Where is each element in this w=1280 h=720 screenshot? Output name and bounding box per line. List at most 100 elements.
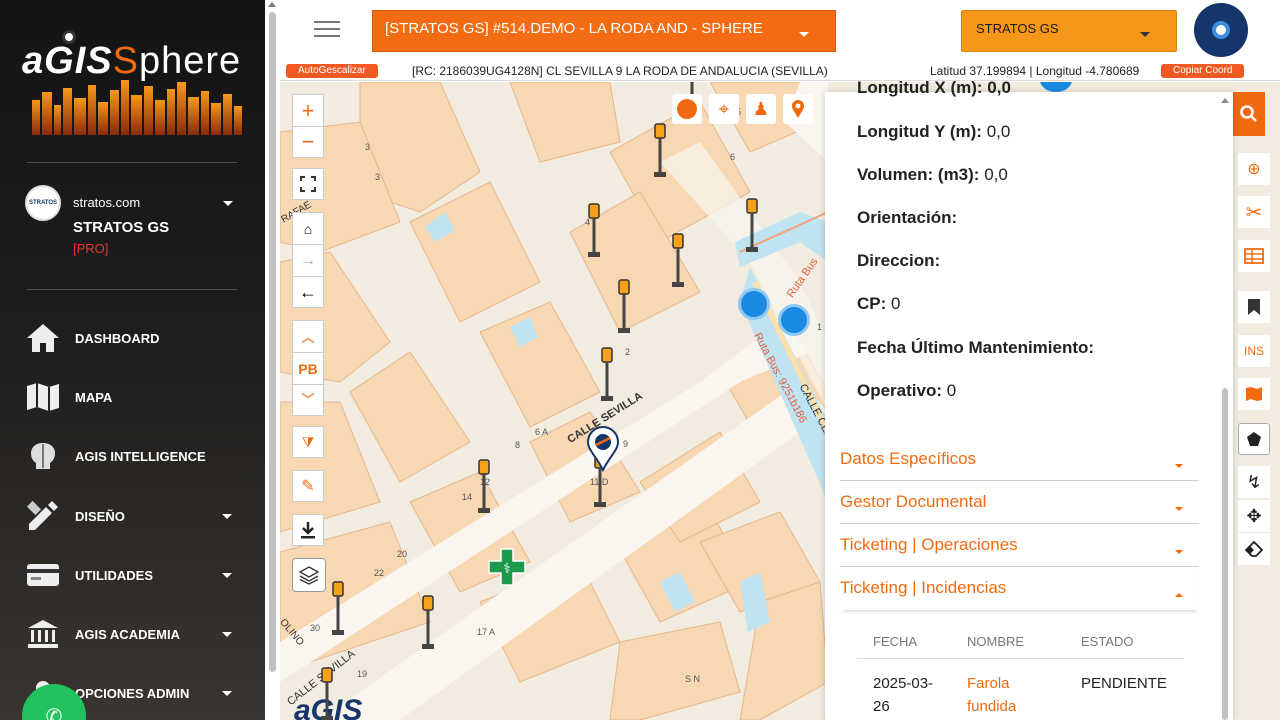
- polygon-icon: [1247, 432, 1261, 446]
- measure-tool[interactable]: ↯: [1238, 466, 1270, 498]
- info-bar: AutoGescalizar [RC: 2186039UG4128N] CL S…: [280, 61, 1280, 81]
- sidebar-item-label: DASHBOARD: [75, 330, 160, 346]
- bus-stop-icon[interactable]: [738, 288, 770, 320]
- section-datos-especificos[interactable]: Datos Específicos: [840, 439, 1199, 481]
- polygon-tool[interactable]: [1238, 423, 1270, 455]
- pencil-ruler-icon: [24, 499, 62, 533]
- house-number: 6: [730, 152, 736, 162]
- project-select[interactable]: [STRATOS GS] #514.DEMO - LA RODA AND - S…: [372, 10, 836, 52]
- page-scrollbar[interactable]: [265, 0, 280, 720]
- forward-button[interactable]: →: [292, 244, 324, 276]
- sidebar-divider: [27, 289, 237, 290]
- section-ticketing-incidencias[interactable]: Ticketing | Incidencias: [840, 568, 1199, 610]
- ins-button[interactable]: INS: [1238, 335, 1270, 367]
- bookmark-button[interactable]: [1238, 291, 1270, 323]
- zoom-out-button[interactable]: −: [292, 126, 324, 158]
- user-menu-chevron-icon[interactable]: [223, 201, 233, 206]
- back-button[interactable]: ←: [292, 276, 324, 308]
- download-button[interactable]: [292, 514, 324, 546]
- arrow-left-icon: ←: [299, 281, 317, 302]
- cell-nombre-link[interactable]: Farola fundida: [967, 672, 1016, 718]
- sidebar: aGISSphere STRATOS stratos.com STRATOS G…: [0, 0, 265, 720]
- field-value: 0,0: [984, 165, 1008, 184]
- profile-avatar-button[interactable]: [1194, 3, 1248, 57]
- section-title: Ticketing | Operaciones: [840, 535, 1018, 554]
- crosshair-icon: ⌖: [718, 98, 730, 119]
- home-icon: [24, 321, 62, 355]
- section-gestor-documental[interactable]: Gestor Documental: [840, 482, 1199, 524]
- house-number: 9: [623, 439, 629, 449]
- panel-scrollbar[interactable]: [1218, 92, 1233, 720]
- field-label: CP:: [857, 294, 887, 313]
- coordinates-readout: Latitud 37.199894 | Longitud -4.780689: [930, 64, 1140, 78]
- search-button[interactable]: [1233, 92, 1265, 136]
- field-label: Fecha Último Mantenimiento:: [857, 338, 1095, 357]
- chevron-down-icon: [1140, 32, 1150, 37]
- pharmacy-icon[interactable]: ⚕: [487, 547, 527, 587]
- zoom-search-tool[interactable]: ⊕: [1238, 153, 1270, 185]
- filter-button[interactable]: ⧩: [292, 426, 324, 458]
- chevron-down-icon: [222, 573, 232, 578]
- sidebar-item-dashboard[interactable]: DASHBOARD: [24, 318, 244, 358]
- map-tool-locate-button[interactable]: ⌖: [709, 94, 739, 124]
- eraser-tool[interactable]: [1238, 533, 1270, 565]
- copy-coords-button[interactable]: Copiar Coord: [1161, 64, 1245, 78]
- house-number: 6 A: [535, 427, 549, 437]
- fullscreen-button[interactable]: [292, 168, 324, 200]
- map-tool-layers-button[interactable]: [672, 94, 702, 124]
- hamburger-menu-icon[interactable]: [314, 21, 340, 39]
- sidebar-item-label: OPCIONES ADMIN: [75, 685, 190, 701]
- sidebar-item-label: UTILIDADES: [75, 567, 153, 583]
- organization-select-value: STRATOS GS: [976, 21, 1059, 36]
- floor-indicator[interactable]: PB: [292, 352, 324, 384]
- chevron-down-icon: [222, 514, 232, 519]
- sidebar-item-mapa[interactable]: MAPA: [24, 377, 244, 417]
- tools-icon: ✂: [1245, 201, 1263, 224]
- table-view-button[interactable]: [1238, 240, 1270, 272]
- map-layers-tool[interactable]: [1238, 378, 1270, 410]
- house-number: 30: [310, 623, 321, 633]
- field-cp: CP: 0: [857, 294, 900, 314]
- home-view-button[interactable]: ⌂: [292, 212, 324, 244]
- move-tool[interactable]: ✥: [1238, 500, 1270, 532]
- house-number: 3: [365, 142, 371, 152]
- sidebar-item-agis-intelligence[interactable]: AGIS INTELLIGENCE: [24, 436, 244, 476]
- floor-down-button[interactable]: ﹀: [292, 384, 324, 416]
- organization-select[interactable]: STRATOS GS: [961, 10, 1177, 52]
- field-direccion: Direccion:: [857, 251, 940, 271]
- sidebar-item-agis-academia[interactable]: AGIS ACADEMIA: [24, 614, 244, 654]
- app-logo: aGISSphere: [22, 28, 247, 138]
- table-header: NOMBRE: [967, 634, 1025, 649]
- bus-stop-icon[interactable]: [778, 304, 810, 336]
- sidebar-item-diseno[interactable]: DISEÑO: [24, 496, 244, 536]
- layers-button[interactable]: [292, 558, 326, 592]
- scroll-up-arrow-icon[interactable]: [268, 2, 276, 7]
- selected-location-marker-icon[interactable]: [586, 426, 620, 472]
- sidebar-item-label: AGIS INTELLIGENCE: [75, 448, 206, 464]
- field-longitud-y: Longitud Y (m): 0,0: [857, 122, 1010, 142]
- bookmark-icon: [1248, 299, 1260, 315]
- incidencias-table: FECHA NOMBRE ESTADO 2025-03- 26 Farola fun…: [857, 622, 1184, 720]
- cell-text: 2025-03-: [873, 675, 934, 692]
- table-row[interactable]: 2025-03- 26 Farola fundida PENDIENTE: [857, 672, 1184, 720]
- field-label: Operativo:: [857, 381, 943, 400]
- map-icon: [24, 380, 62, 414]
- floor-up-button[interactable]: ︿: [292, 320, 324, 352]
- cadastral-reference: [RC: 2186039UG4128N] CL SEVILLA 9 LA ROD…: [412, 64, 828, 78]
- sidebar-item-utilidades[interactable]: UTILIDADES: [24, 555, 244, 595]
- scrollbar-thumb[interactable]: [269, 12, 276, 672]
- move-icon: ✥: [1246, 505, 1262, 526]
- home-icon: ⌂: [303, 220, 313, 237]
- scrollbar-thumb[interactable]: [1222, 388, 1228, 720]
- sidebar-item-label: DISEÑO: [75, 508, 125, 524]
- tools-button[interactable]: ✂: [1238, 196, 1270, 228]
- map-tool-streetview-button[interactable]: ♟: [746, 94, 776, 124]
- scroll-up-arrow-icon[interactable]: [1221, 98, 1229, 103]
- map-tool-marker-button[interactable]: [783, 94, 813, 124]
- user-plan: [PRO]: [73, 241, 109, 256]
- autoscale-button[interactable]: AutoGescalizar: [286, 64, 378, 78]
- zoom-in-button[interactable]: +: [292, 94, 324, 126]
- user-avatar[interactable]: STRATOS: [25, 185, 61, 221]
- edit-button[interactable]: ✎: [292, 470, 324, 502]
- section-ticketing-operaciones[interactable]: Ticketing | Operaciones: [840, 525, 1199, 567]
